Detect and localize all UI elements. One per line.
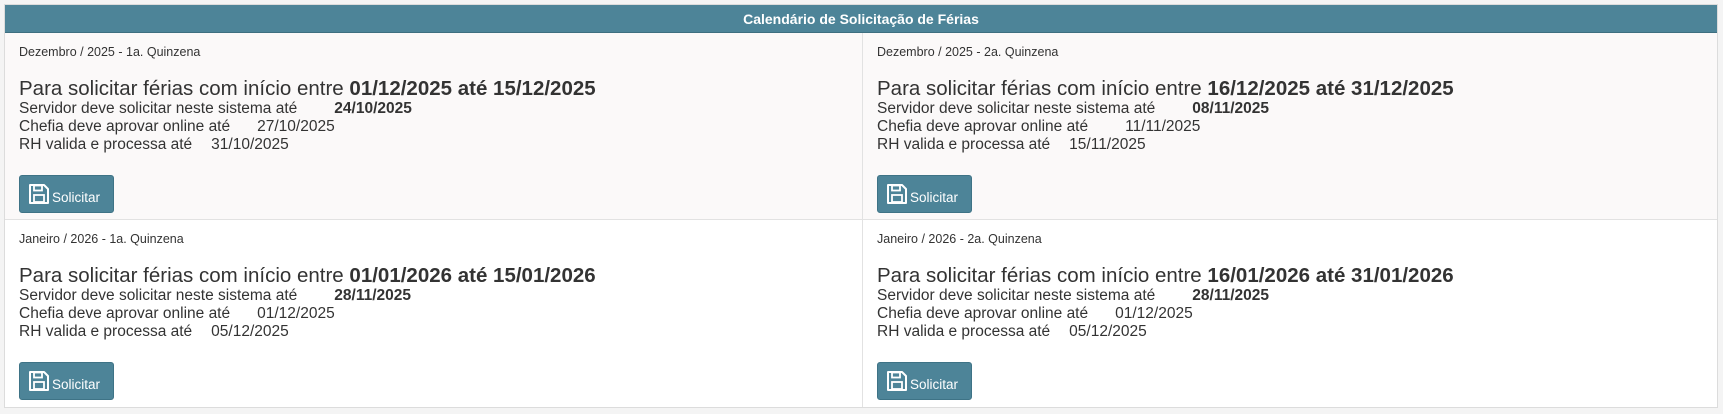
solicitar-label: Solicitar [52, 376, 101, 392]
floppy-disk-icon [28, 370, 50, 392]
date-range: 16/01/2026 até 31/01/2026 [1207, 264, 1454, 287]
floppy-disk-icon [886, 370, 908, 392]
servidor-label: Servidor deve solicitar neste sistema at… [877, 100, 1156, 117]
servidor-date: 28/11/2025 [1192, 287, 1270, 304]
floppy-disk-icon [886, 183, 908, 205]
calendar-card: Janeiro / 2026 - 2a. Quinzena Para solic… [863, 220, 1717, 407]
period-label: Janeiro / 2026 - 2a. Quinzena [877, 232, 1042, 246]
servidor-label: Servidor deve solicitar neste sistema at… [877, 287, 1156, 304]
headline-prefix: Para solicitar férias com início entre [877, 264, 1202, 287]
rh-label: RH valida e processa até [19, 323, 193, 340]
chefia-date: 01/12/2025 [1115, 305, 1193, 322]
servidor-date: 24/10/2025 [334, 100, 412, 117]
servidor-date: 28/11/2025 [334, 287, 412, 304]
floppy-disk-icon [28, 183, 50, 205]
date-range: 01/12/2025 até 15/12/2025 [349, 77, 596, 100]
rh-deadline: RH valida e processa até 31/10/2025 [19, 136, 289, 154]
servidor-label: Servidor deve solicitar neste sistema at… [19, 100, 298, 117]
solicitar-label: Solicitar [910, 189, 959, 205]
calendar-panel: Calendário de Solicitação de Férias Deze… [4, 4, 1718, 408]
rh-label: RH valida e processa até [877, 136, 1051, 153]
servidor-deadline: Servidor deve solicitar neste sistema at… [877, 100, 1269, 118]
rh-deadline: RH valida e processa até 05/12/2025 [19, 323, 289, 341]
headline-prefix: Para solicitar férias com início entre [19, 77, 344, 100]
solicitar-label: Solicitar [910, 376, 959, 392]
rh-date: 05/12/2025 [211, 323, 289, 340]
chefia-label: Chefia deve aprovar online até [19, 118, 231, 135]
rh-date: 05/12/2025 [1069, 323, 1147, 340]
calendar-card: Janeiro / 2026 - 1a. Quinzena Para solic… [5, 220, 863, 407]
calendar-card: Dezembro / 2025 - 2a. Quinzena Para soli… [863, 33, 1717, 220]
servidor-deadline: Servidor deve solicitar neste sistema at… [19, 287, 411, 305]
headline-prefix: Para solicitar férias com início entre [877, 77, 1202, 100]
rh-date: 31/10/2025 [211, 136, 289, 153]
chefia-label: Chefia deve aprovar online até [19, 305, 231, 322]
calendar-card: Dezembro / 2025 - 1a. Quinzena Para soli… [5, 33, 863, 220]
headline-prefix: Para solicitar férias com início entre [19, 264, 344, 287]
solicitar-label: Solicitar [52, 189, 101, 205]
rh-date: 15/11/2025 [1069, 136, 1146, 153]
request-range-text: Para solicitar férias com início entre 1… [877, 77, 1454, 101]
rh-deadline: RH valida e processa até 15/11/2025 [877, 136, 1146, 154]
chefia-deadline: Chefia deve aprovar online até 01/12/2025 [877, 305, 1193, 323]
rh-label: RH valida e processa até [877, 323, 1051, 340]
chefia-date: 27/10/2025 [257, 118, 335, 135]
chefia-label: Chefia deve aprovar online até [877, 118, 1089, 135]
request-range-text: Para solicitar férias com início entre 0… [19, 264, 596, 288]
chefia-deadline: Chefia deve aprovar online até 11/11/2025 [877, 118, 1200, 136]
period-label: Janeiro / 2026 - 1a. Quinzena [19, 232, 184, 246]
panel-title: Calendário de Solicitação de Férias [5, 5, 1717, 33]
servidor-deadline: Servidor deve solicitar neste sistema at… [877, 287, 1269, 305]
request-range-text: Para solicitar férias com início entre 1… [877, 264, 1454, 288]
date-range: 16/12/2025 até 31/12/2025 [1207, 77, 1454, 100]
solicitar-button[interactable]: Solicitar [19, 175, 114, 213]
period-label: Dezembro / 2025 - 1a. Quinzena [19, 45, 201, 59]
chefia-deadline: Chefia deve aprovar online até 01/12/2025 [19, 305, 335, 323]
chefia-date: 01/12/2025 [257, 305, 335, 322]
rh-deadline: RH valida e processa até 05/12/2025 [877, 323, 1147, 341]
date-range: 01/01/2026 até 15/01/2026 [349, 264, 596, 287]
servidor-deadline: Servidor deve solicitar neste sistema at… [19, 100, 412, 118]
chefia-date: 11/11/2025 [1125, 118, 1201, 135]
servidor-label: Servidor deve solicitar neste sistema at… [19, 287, 298, 304]
solicitar-button[interactable]: Solicitar [19, 362, 114, 400]
period-label: Dezembro / 2025 - 2a. Quinzena [877, 45, 1059, 59]
rh-label: RH valida e processa até [19, 136, 193, 153]
solicitar-button[interactable]: Solicitar [877, 175, 972, 213]
chefia-deadline: Chefia deve aprovar online até 27/10/2025 [19, 118, 335, 136]
calendar-grid: Dezembro / 2025 - 1a. Quinzena Para soli… [5, 33, 1717, 407]
request-range-text: Para solicitar férias com início entre 0… [19, 77, 596, 101]
servidor-date: 08/11/2025 [1192, 100, 1270, 117]
chefia-label: Chefia deve aprovar online até [877, 305, 1089, 322]
solicitar-button[interactable]: Solicitar [877, 362, 972, 400]
